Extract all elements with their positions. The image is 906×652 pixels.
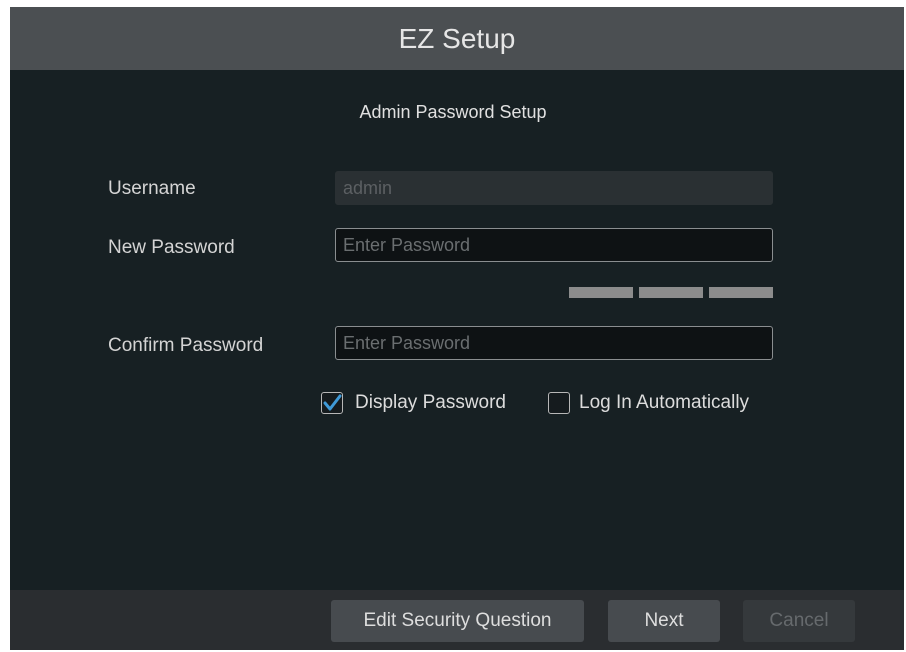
username-field [335, 171, 773, 205]
display-password-label[interactable]: Display Password [355, 391, 506, 415]
new-password-field[interactable] [335, 228, 773, 262]
confirm-password-label: Confirm Password [108, 335, 264, 356]
section-title: Admin Password Setup [359, 102, 547, 122]
confirm-password-field[interactable] [335, 326, 773, 360]
username-label: Username [108, 178, 196, 199]
password-strength-segment-1 [569, 287, 633, 298]
cancel-button[interactable]: Cancel [743, 600, 855, 642]
check-mark-icon [323, 394, 342, 411]
log-in-automatically-label[interactable]: Log In Automatically [579, 391, 749, 415]
edit-security-question-button[interactable]: Edit Security Question [331, 600, 584, 642]
next-button[interactable]: Next [608, 600, 720, 642]
title-bar: EZ Setup [10, 7, 904, 70]
display-password-checkbox[interactable] [321, 392, 343, 414]
log-in-automatically-checkbox[interactable] [548, 392, 570, 414]
new-password-label: New Password [108, 237, 235, 258]
dialog-title: EZ Setup [398, 23, 516, 54]
password-strength-segment-2 [639, 287, 703, 298]
password-strength-segment-3 [709, 287, 773, 298]
